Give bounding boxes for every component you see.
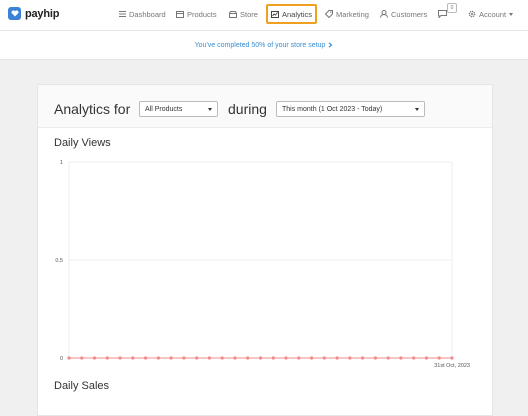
chat-bubble-icon <box>438 10 447 18</box>
top-navigation: payhip Dashboard Products Store Analytic… <box>0 0 528 31</box>
views-data-point[interactable] <box>284 356 288 360</box>
views-data-point[interactable] <box>373 356 377 360</box>
views-data-point[interactable] <box>118 356 122 360</box>
x-end-label: 31st Oct, 2023 <box>434 363 470 369</box>
y-tick-label-0-5: 0.5 <box>55 258 63 264</box>
nav-products-label: Products <box>187 9 217 19</box>
views-data-point[interactable] <box>220 356 224 360</box>
views-data-point[interactable] <box>258 356 263 360</box>
views-data-point[interactable] <box>322 356 326 360</box>
settings-gear-icon <box>468 10 476 18</box>
views-data-point[interactable] <box>271 356 275 360</box>
daily-views-title: Daily Views <box>54 137 111 149</box>
views-data-point[interactable] <box>348 356 352 360</box>
product-select[interactable]: All Products <box>139 101 218 117</box>
period-select-value: This month (1 Oct 2023 - Today) <box>282 105 383 113</box>
nav-dashboard[interactable]: Dashboard <box>119 6 166 22</box>
setup-progress-banner[interactable]: You've completed 50% of your store setup <box>0 31 528 60</box>
nav-customers-label: Customers <box>391 9 428 19</box>
caret-down-icon <box>415 108 419 111</box>
menu-icon <box>119 11 126 17</box>
views-data-point[interactable] <box>233 356 237 360</box>
nav-marketing[interactable]: Marketing <box>325 6 369 22</box>
period-select[interactable]: This month (1 Oct 2023 - Today) <box>276 101 425 117</box>
analytics-for-label: Analytics for <box>54 101 131 117</box>
analytics-header: Analytics for All Products during This m… <box>38 85 492 128</box>
store-icon <box>229 10 237 18</box>
notification-count-badge: 0 <box>447 3 457 13</box>
nav-analytics[interactable]: Analytics <box>266 4 318 24</box>
nav-marketing-label: Marketing <box>336 9 369 19</box>
nav-store-label: Store <box>240 9 258 19</box>
y-tick-label-0: 0 <box>60 356 63 362</box>
nav-customers[interactable]: Customers <box>380 6 427 22</box>
views-data-point[interactable] <box>297 356 301 360</box>
views-data-point[interactable] <box>131 356 135 360</box>
views-data-point[interactable] <box>92 356 97 360</box>
chart-icon <box>271 10 279 18</box>
during-label: during <box>228 101 267 117</box>
brand-name: payhip <box>25 7 60 20</box>
daily-sales-title: Daily Sales <box>54 380 110 392</box>
nav-dashboard-label: Dashboard <box>129 9 166 19</box>
box-icon <box>176 10 184 18</box>
views-data-point[interactable] <box>67 356 71 360</box>
views-data-point[interactable] <box>144 356 148 360</box>
views-data-point[interactable] <box>424 356 429 360</box>
heart-logo-icon <box>8 7 21 20</box>
views-data-point[interactable] <box>105 356 109 360</box>
views-data-point[interactable] <box>207 356 211 360</box>
setup-banner-text: You've completed 50% of your store setup <box>194 41 326 49</box>
views-data-point[interactable] <box>182 356 186 360</box>
views-data-point[interactable] <box>399 356 403 360</box>
user-icon <box>380 10 388 18</box>
product-select-value: All Products <box>145 105 183 113</box>
views-data-point[interactable] <box>361 356 365 360</box>
chevron-right-icon <box>328 42 333 48</box>
nav-store[interactable]: Store <box>229 6 258 22</box>
views-data-point[interactable] <box>386 356 390 360</box>
chevron-down-icon <box>509 12 514 16</box>
caret-down-icon <box>208 108 212 111</box>
views-data-point[interactable] <box>195 356 199 360</box>
tag-icon <box>325 10 333 18</box>
views-data-point[interactable] <box>80 356 84 360</box>
daily-views-chart: 1 0.5 0 31st Oct, 2023 <box>55 160 470 369</box>
payhip-logo[interactable]: payhip <box>8 7 59 20</box>
y-tick-label-1: 1 <box>60 160 63 166</box>
nav-account-label: Account <box>479 9 507 19</box>
nav-products[interactable]: Products <box>176 6 217 22</box>
views-data-point[interactable] <box>156 356 160 360</box>
nav-analytics-label: Analytics <box>282 9 313 19</box>
views-data-point[interactable] <box>450 356 454 360</box>
views-data-point[interactable] <box>437 356 441 360</box>
views-data-point[interactable] <box>412 356 416 360</box>
views-data-point[interactable] <box>246 356 250 360</box>
analytics-card: Analytics for All Products during This m… <box>37 84 493 416</box>
nav-account[interactable]: Account <box>468 6 514 22</box>
views-data-point[interactable] <box>335 356 339 360</box>
views-data-point[interactable] <box>169 356 173 360</box>
views-data-point[interactable] <box>310 356 314 360</box>
